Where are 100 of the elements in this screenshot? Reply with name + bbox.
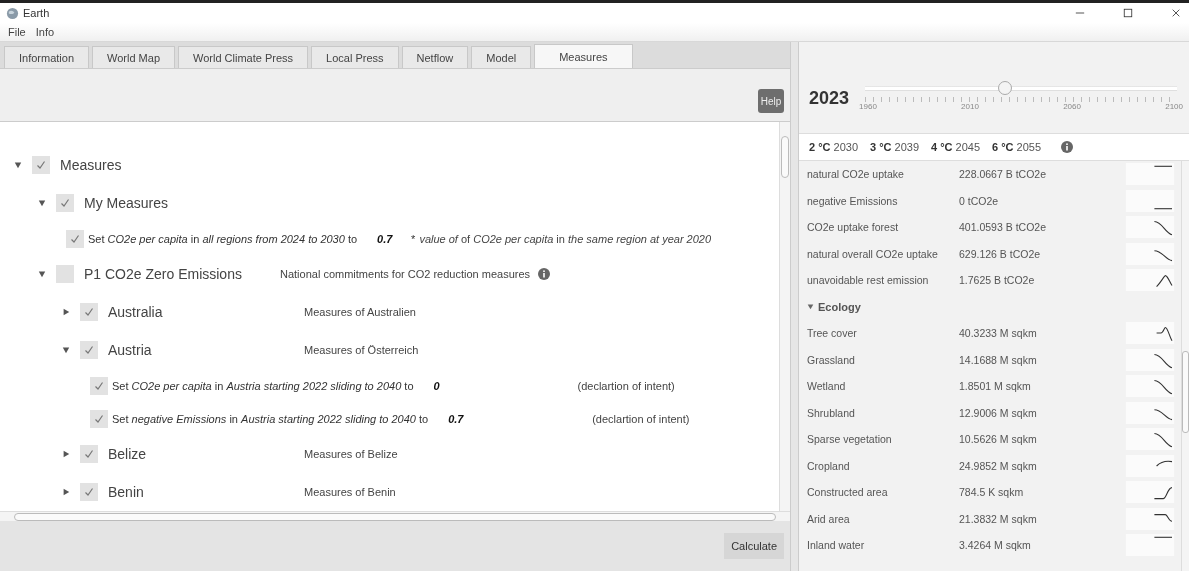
year-text: 2045	[955, 141, 981, 153]
checkbox[interactable]	[80, 303, 98, 321]
slider-thumb[interactable]	[998, 80, 1013, 95]
stat-label: negative Emissions	[807, 194, 899, 207]
checkmark-icon	[83, 344, 95, 356]
description-text: Measures of Österreich	[304, 344, 419, 356]
stat-label: CO2e uptake forest	[807, 221, 900, 234]
expand-arrow-icon[interactable]	[38, 270, 46, 278]
tree-label[interactable]: P1 CO2e Zero Emissions	[84, 266, 274, 282]
stat-label: Shrubland	[807, 406, 856, 419]
tab[interactable]: Measures	[534, 44, 633, 68]
stat-value: 1.7625 B tCO2e	[959, 274, 1036, 287]
stat-value: 14.1688 M sqkm	[959, 353, 1038, 366]
stat-label: Arid area	[807, 512, 851, 525]
year-text: 2030	[833, 141, 858, 153]
tree-label[interactable]: Belize	[108, 446, 298, 462]
description-text: National commitments for CO2 reduction measures	[280, 268, 531, 280]
tab[interactable]: World Map	[92, 46, 175, 68]
info-icon[interactable]	[538, 268, 551, 280]
horizontal-scrollbar[interactable]	[0, 511, 790, 521]
stat-label: Tree cover	[807, 327, 858, 340]
help-button[interactable]: Help	[758, 89, 784, 113]
tree-label[interactable]: My Measures	[84, 195, 274, 211]
expand-arrow-icon[interactable]	[14, 161, 22, 169]
checkmark-icon	[83, 448, 95, 460]
vertical-scrollbar[interactable]	[1181, 161, 1189, 571]
expand-arrow-icon[interactable]	[38, 199, 46, 207]
tick-label: 1960	[859, 101, 877, 111]
info-icon[interactable]	[1061, 141, 1074, 153]
checkmark-icon	[83, 486, 95, 498]
degrees-label: 6 °C	[992, 141, 1014, 153]
asterisk-text: *	[411, 232, 416, 245]
stat-label: unavoidable rest emission	[807, 274, 930, 287]
tick-label: 2010	[961, 101, 979, 111]
tab[interactable]: World Climate Press	[178, 46, 309, 68]
expand-arrow-icon[interactable]	[62, 488, 70, 496]
stat-label: Constructed area	[807, 486, 889, 499]
tree-label[interactable]: Australia	[108, 304, 298, 320]
checkmark-icon	[83, 306, 95, 318]
stat-label: Wetland	[807, 380, 847, 393]
expand-arrow-icon[interactable]	[807, 303, 814, 311]
close-icon[interactable]	[1171, 8, 1181, 18]
checkbox[interactable]	[90, 376, 108, 395]
checkmark-icon	[93, 379, 105, 392]
measure-text: Set CO2e per capita in all regions from 2024 to 2030 to	[88, 232, 358, 245]
tab[interactable]: Information	[4, 46, 90, 68]
description-text: Measures of Belize	[304, 448, 398, 460]
year-value: 2023	[809, 88, 850, 109]
degrees-label: 4 °C	[931, 141, 953, 153]
menu-item[interactable]: Info	[35, 26, 55, 38]
stat-value: 1.8501 M sqkm	[959, 380, 1032, 393]
stat-value: 228.0667 B tCO2e	[959, 168, 1047, 181]
stat-value: 40.3233 M sqkm	[959, 327, 1038, 340]
note-text: (declartion of intent)	[592, 412, 690, 425]
calculate-button[interactable]: Calculate	[724, 533, 784, 559]
tick-label: 2060	[1063, 101, 1081, 111]
measure-value[interactable]: 0.7	[448, 412, 483, 425]
checkbox[interactable]	[32, 156, 50, 174]
value-input[interactable]: 0	[433, 377, 468, 394]
stat-value: 12.9006 M sqkm	[959, 406, 1038, 419]
tab[interactable]: Local Press	[311, 46, 399, 68]
checkbox[interactable]	[80, 445, 98, 463]
checkmark-icon	[93, 412, 105, 425]
stat-value: 0 tCO2e	[959, 194, 1000, 207]
stat-value: 10.5626 M sqkm	[959, 433, 1038, 446]
tree-label[interactable]: Austria	[108, 342, 298, 358]
window-title: Earth	[23, 7, 50, 19]
degrees-label: 2 °C	[809, 141, 831, 153]
checkbox[interactable]	[56, 265, 74, 283]
section-header[interactable]: Ecology	[818, 300, 861, 313]
note-text: value of of CO2e per capita in the same region at year 2020	[419, 232, 712, 245]
checkmark-icon	[59, 197, 71, 209]
globe-icon	[6, 6, 19, 20]
tab[interactable]: Model	[471, 46, 532, 68]
measure-value[interactable]: 0.7	[377, 232, 412, 245]
checkbox[interactable]	[80, 341, 98, 359]
stat-label: Cropland	[807, 459, 851, 472]
stat-value: 784.5 K sqkm	[959, 486, 1025, 499]
maximize-icon[interactable]	[1123, 8, 1133, 18]
checkmark-icon	[35, 159, 47, 171]
note-text: (declartion of intent)	[577, 379, 675, 392]
expand-arrow-icon[interactable]	[62, 308, 70, 316]
expand-arrow-icon[interactable]	[62, 346, 70, 354]
stat-value: 401.0593 B tCO2e	[959, 221, 1047, 234]
vertical-scrollbar[interactable]	[779, 122, 790, 511]
checkbox[interactable]	[66, 229, 84, 248]
checkbox[interactable]	[80, 483, 98, 501]
tick-label: 2100	[1165, 101, 1183, 111]
tab[interactable]: Netflow	[401, 46, 469, 68]
checkbox[interactable]	[90, 409, 108, 428]
year-text: 2055	[1016, 141, 1042, 153]
stat-label: natural CO2e uptake	[807, 168, 905, 181]
stat-value: 629.126 B tCO2e	[959, 247, 1042, 260]
checkbox[interactable]	[56, 194, 74, 212]
menu-item[interactable]: File	[8, 26, 26, 38]
expand-arrow-icon[interactable]	[62, 450, 70, 458]
stat-label: Inland water	[807, 539, 866, 552]
stat-value: 21.3832 M sqkm	[959, 512, 1038, 525]
tree-label[interactable]: Benin	[108, 484, 298, 500]
tree-label[interactable]: Measures	[60, 157, 250, 173]
